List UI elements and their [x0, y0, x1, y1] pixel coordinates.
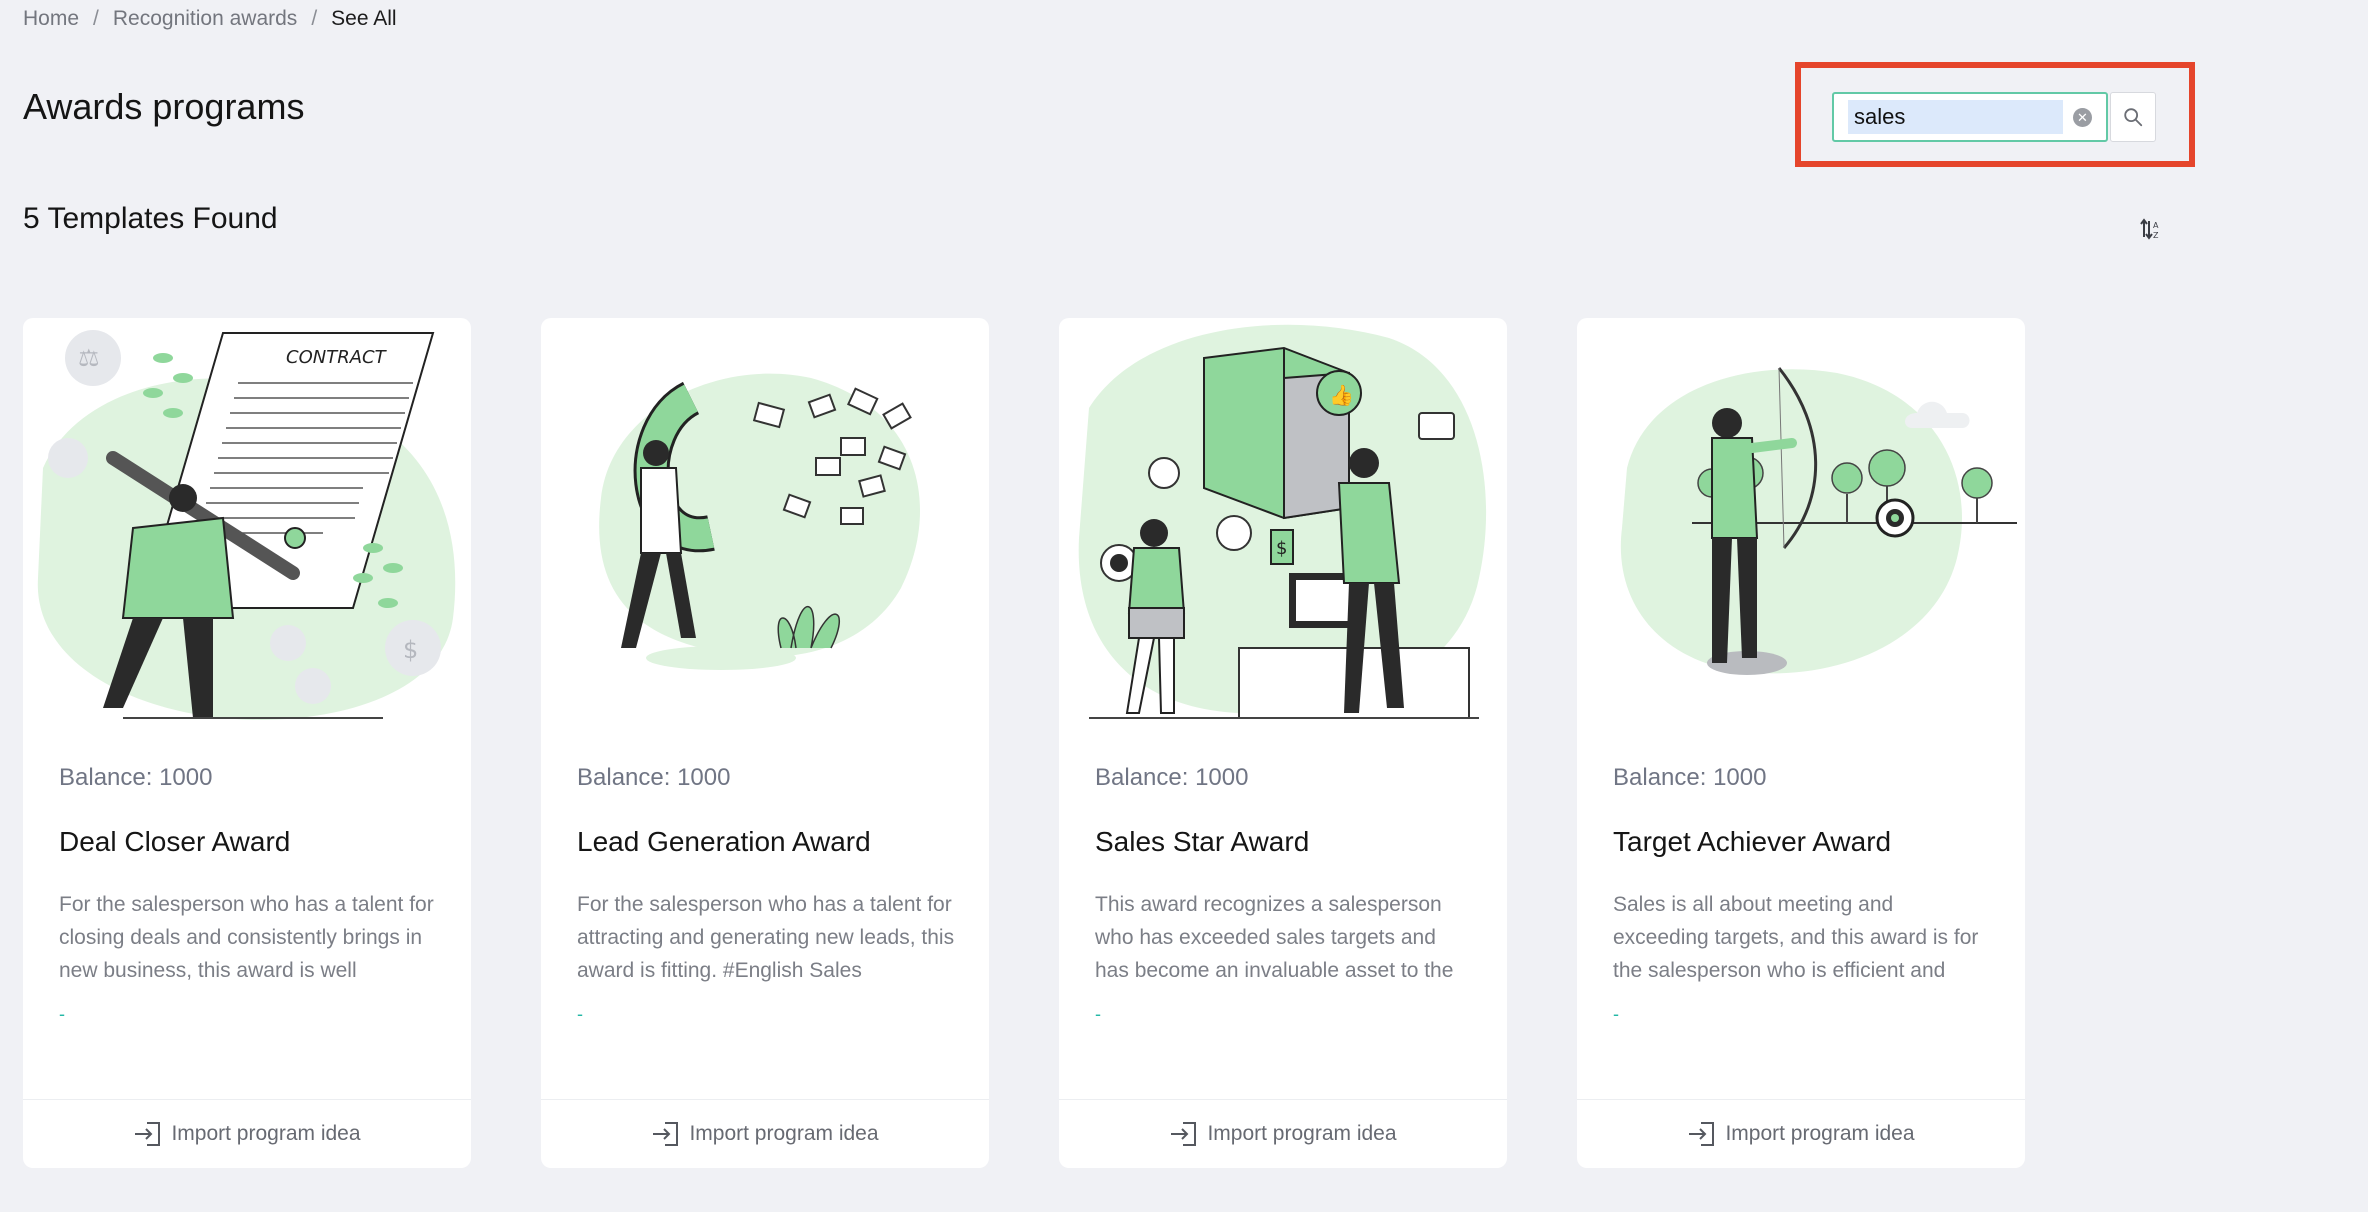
card-tag: -: [577, 1004, 583, 1024]
award-card[interactable]: Balance: 1000 Lead Generation Award For …: [541, 318, 989, 1168]
templates-count: 5 Templates Found: [23, 202, 278, 235]
card-title: Sales Star Award: [1095, 826, 1310, 857]
sort-button[interactable]: A Z: [2136, 214, 2166, 244]
archer-illustration: [1620, 367, 2017, 675]
import-program-button[interactable]: Import program idea: [541, 1099, 989, 1168]
svg-text:$: $: [1276, 538, 1287, 559]
svg-text:👍: 👍: [1329, 383, 1354, 407]
card-description: This award recognizes a salesperson who …: [1095, 893, 1454, 982]
search-button[interactable]: [2110, 92, 2156, 142]
page-title: Awards programs: [23, 86, 305, 127]
card-tag: -: [59, 1004, 65, 1024]
card-balance: Balance: 1000: [1095, 764, 1249, 791]
card-description: Sales is all about meeting and exceeding…: [1613, 893, 1979, 982]
import-icon: [1171, 1122, 1197, 1146]
clear-circle-icon[interactable]: ✕: [2073, 108, 2092, 127]
card-balance: Balance: 1000: [577, 764, 731, 791]
import-icon: [135, 1122, 161, 1146]
card-title: Lead Generation Award: [577, 826, 871, 857]
card-balance: Balance: 1000: [1613, 764, 1767, 791]
import-program-label: Import program idea: [689, 1122, 879, 1145]
card-description: For the salesperson who has a talent for…: [577, 893, 955, 982]
card-title: Deal Closer Award: [59, 826, 291, 857]
import-program-label: Import program idea: [1725, 1122, 1915, 1145]
import-program-button[interactable]: Import program idea: [1577, 1099, 2025, 1168]
search-field: ✕: [1832, 92, 2108, 142]
award-card[interactable]: Balance: 1000 Target Achiever Award Sale…: [1577, 318, 2025, 1168]
breadcrumb-home[interactable]: Home: [23, 7, 79, 31]
svg-text:$: $: [403, 636, 418, 664]
import-icon: [1689, 1122, 1715, 1146]
card-tag: -: [1613, 1004, 1619, 1024]
breadcrumb: Home / Recognition awards / See All: [23, 7, 397, 31]
sort-icon: A Z: [2140, 218, 2159, 240]
svg-text:A: A: [2153, 221, 2159, 230]
lead-magnet-illustration: [599, 373, 921, 670]
sales-star-illustration: 👍 $: [1078, 324, 1487, 719]
svg-text:Z: Z: [2153, 231, 2159, 240]
card-description: For the salesperson who has a talent for…: [59, 893, 434, 982]
search-icon: [2124, 108, 2143, 127]
card-tag: -: [1095, 1004, 1101, 1024]
breadcrumb-current: See All: [331, 7, 397, 30]
svg-text:⚖: ⚖: [78, 344, 100, 372]
award-card[interactable]: 👍 $ Balance: 1000 Sales Star Award This …: [1059, 318, 1507, 1168]
import-program-button[interactable]: Import program idea: [23, 1099, 471, 1168]
award-card[interactable]: ⚖ $ CONTRACT Balance: 1000 Deal Closer A…: [23, 318, 471, 1168]
import-program-button[interactable]: Import program idea: [1059, 1099, 1507, 1168]
templates-grid: ⚖ $ CONTRACT Balance: 1000 Deal Closer A…: [23, 318, 2025, 1168]
import-program-label: Import program idea: [1207, 1122, 1397, 1145]
breadcrumb-separator: /: [311, 7, 318, 30]
import-program-label: Import program idea: [171, 1122, 361, 1145]
breadcrumb-recognition-awards[interactable]: Recognition awards: [113, 7, 297, 31]
search-input[interactable]: [1848, 100, 2063, 134]
search-group: ✕: [1832, 92, 2156, 142]
card-title: Target Achiever Award: [1613, 826, 1892, 857]
breadcrumb-separator: /: [93, 7, 99, 30]
contract-illustration: ⚖ $ CONTRACT: [37, 330, 456, 720]
import-icon: [653, 1122, 679, 1146]
svg-text:CONTRACT: CONTRACT: [286, 347, 388, 368]
card-balance: Balance: 1000: [59, 764, 213, 791]
